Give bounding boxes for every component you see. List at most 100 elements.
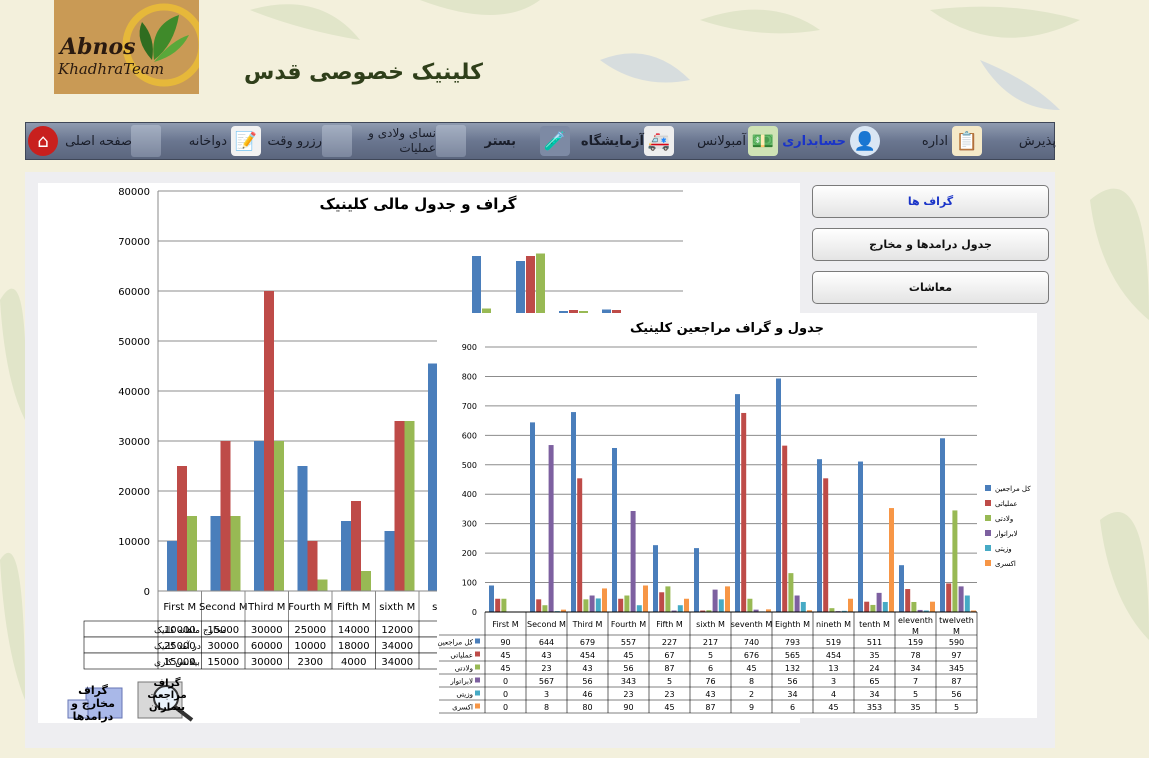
legend-label: عملیاتی <box>995 500 1018 508</box>
logo-title: Abnos <box>60 34 136 60</box>
income-expense-table-button[interactable]: جدول درامدها و مخارج <box>812 228 1049 261</box>
table-cell: 24 <box>869 664 879 673</box>
y-tick-label: 70000 <box>118 237 150 248</box>
bar <box>653 545 658 612</box>
home-icon[interactable]: ⌂ <box>28 126 58 156</box>
y-tick-label: 20000 <box>118 487 150 498</box>
nav-accounting[interactable]: حسابداری <box>782 123 846 159</box>
table-cell: 78 <box>910 651 920 660</box>
nav-reception[interactable]: پذیرش <box>986 123 1056 159</box>
table-cell: 159 <box>908 638 923 647</box>
table-cell: 13 <box>828 664 838 673</box>
patient-visits-graph-button[interactable]: گراف مراجعت بیماران <box>136 676 198 722</box>
table-cell: 345 <box>949 664 964 673</box>
table-swatch <box>475 677 480 683</box>
bar <box>624 595 630 612</box>
bar <box>254 441 264 591</box>
bar <box>643 585 648 612</box>
table-cell: 567 <box>539 677 554 686</box>
table-cell: 12000 <box>381 625 413 636</box>
nav-ambulance[interactable]: آمبولانس <box>686 123 746 159</box>
x-tick-label: twelveth <box>939 616 974 625</box>
bar <box>583 599 589 612</box>
bar <box>829 608 835 612</box>
bar <box>870 604 876 612</box>
bar <box>684 598 689 612</box>
salaries-button[interactable]: معاشات <box>812 271 1049 304</box>
ambulance-icon[interactable]: 🚑 <box>644 126 674 156</box>
table-cell: 65 <box>869 677 879 686</box>
table-cell: 519 <box>826 638 841 647</box>
bar <box>571 412 576 612</box>
chart-title: گراف و جدول مالی کلینیک <box>320 195 517 213</box>
x-tick-label: Eighth M <box>775 620 810 629</box>
table-cell: 5 <box>913 690 918 699</box>
table-row-label: عملیاتی <box>450 652 473 660</box>
bar <box>718 599 724 612</box>
bar <box>577 478 583 612</box>
bar <box>589 595 595 612</box>
bar <box>536 599 542 612</box>
y-tick-label: 40000 <box>118 387 150 398</box>
y-tick-label: 100 <box>462 579 477 588</box>
nav-pharmacy[interactable]: دواخانه <box>171 123 227 159</box>
bar <box>930 601 935 612</box>
table-cell: 87 <box>705 703 715 712</box>
x-tick-label: Fourth M <box>288 602 332 613</box>
legend-swatch <box>985 530 991 536</box>
table-cell: 454 <box>580 651 595 660</box>
bar <box>307 541 318 591</box>
nav-appointments-label: رزرو وقت <box>267 133 322 149</box>
table-swatch <box>475 664 480 670</box>
table-cell: 676 <box>744 651 759 660</box>
calendar-note-icon[interactable]: 📝 <box>231 126 261 156</box>
nav-accounting-label: حسابداری <box>782 133 846 149</box>
clipboard-icon[interactable]: 📋 <box>952 126 982 156</box>
table-cell: 43 <box>582 664 592 673</box>
nav-separator <box>322 125 352 157</box>
table-cell: 793 <box>785 638 800 647</box>
bar <box>952 510 958 612</box>
bar <box>659 592 665 612</box>
legend-swatch <box>985 515 991 521</box>
bar <box>964 595 970 612</box>
nav-maternity[interactable]: نسای ولادی و عملیات <box>356 123 436 159</box>
table-cell: 30000 <box>251 657 283 668</box>
bar <box>297 466 308 591</box>
x-tick-label: sixth M <box>696 620 725 629</box>
nav-laboratory[interactable]: آزمایشگاه <box>574 123 644 159</box>
bar <box>782 445 788 612</box>
table-cell: 23 <box>623 690 633 699</box>
support-agent-icon[interactable]: 👤 <box>850 126 880 156</box>
bar <box>946 583 952 612</box>
table-cell: 34 <box>787 690 797 699</box>
table-cell: 217 <box>703 638 718 647</box>
y-tick-label: 10000 <box>118 537 150 548</box>
x-tick-label: Fifth M <box>337 602 370 613</box>
legend-swatch <box>985 500 991 506</box>
table-cell: 90 <box>623 703 633 712</box>
nav-administration[interactable]: اداره <box>904 123 948 159</box>
x-tick-label: Fifth M <box>656 620 683 629</box>
table-cell: 45 <box>623 651 633 660</box>
nav-appointments[interactable]: رزرو وقت <box>266 123 322 159</box>
bar <box>489 585 494 612</box>
table-row-label: اکسری <box>452 704 473 712</box>
nav-ambulance-label: آمبولانس <box>697 133 746 149</box>
table-cell: 2300 <box>298 657 323 668</box>
table-cell: 740 <box>744 638 759 647</box>
flask-icon[interactable]: 🧪 <box>540 126 570 156</box>
nav-home[interactable]: صفحه اصلی <box>64 123 132 159</box>
table-row-label: وزیتی <box>456 691 473 699</box>
y-tick-label: 600 <box>462 431 477 440</box>
bar <box>899 565 904 612</box>
nav-inpatient[interactable]: بستر <box>476 123 516 159</box>
nav-home-label: صفحه اصلی <box>65 133 132 149</box>
income-expense-graph-button[interactable]: گراف مخارج و درامدها <box>60 676 126 723</box>
table-cell: 0 <box>503 690 508 699</box>
table-cell: 30000 <box>251 625 283 636</box>
money-icon[interactable]: 💵 <box>748 126 778 156</box>
table-cell: 15000 <box>164 657 196 668</box>
legend-label: اکسری <box>995 560 1016 568</box>
graphs-button[interactable]: گراف ها <box>812 185 1049 218</box>
